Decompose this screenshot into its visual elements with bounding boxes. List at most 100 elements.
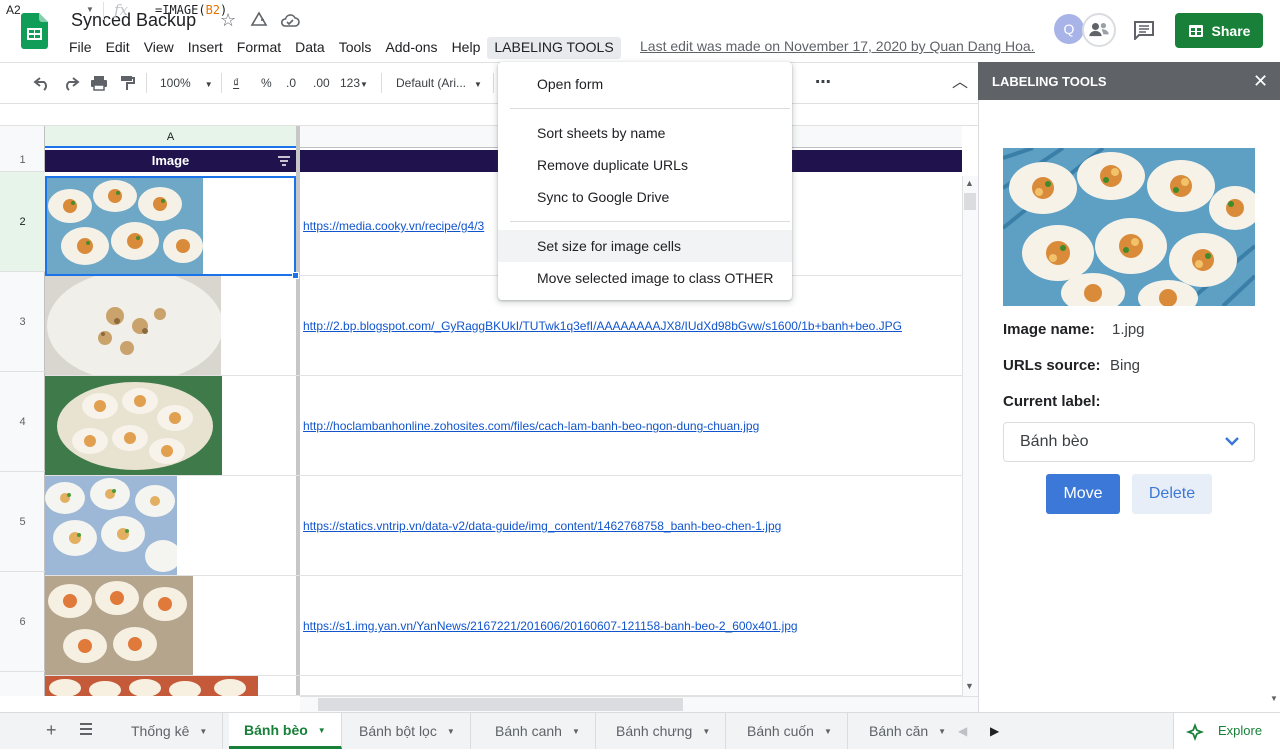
- tab-banh-chung[interactable]: Bánh chưng ▼: [601, 713, 727, 749]
- filter-icon[interactable]: [278, 156, 290, 166]
- image-url-link[interactable]: https://statics.vntrip.vn/data-v2/data-g…: [303, 519, 781, 533]
- explore-icon: [1186, 723, 1204, 741]
- menu-remove-duplicates[interactable]: Remove duplicate URLs: [498, 149, 792, 181]
- row-header-2[interactable]: 2: [0, 172, 45, 272]
- menu-format[interactable]: Format: [230, 37, 288, 59]
- collapse-chevron-icon[interactable]: ︿: [952, 63, 968, 103]
- formula-reference: B2: [205, 3, 221, 17]
- more-icon[interactable]: ⋯: [815, 63, 831, 103]
- row-header-1[interactable]: 1: [0, 148, 45, 172]
- image-name-value: 1.jpg: [1112, 321, 1145, 338]
- food-thumbnail-image[interactable]: [45, 176, 203, 275]
- last-edit-link[interactable]: Last edit was made on November 17, 2020 …: [640, 38, 1035, 54]
- menu-open-form[interactable]: Open form: [498, 68, 792, 100]
- tab-label: Bánh bột lọc: [359, 723, 437, 739]
- caret-down-icon: ▼: [317, 726, 326, 736]
- vertical-scrollbar[interactable]: ▲ ▼: [962, 176, 978, 696]
- font-select[interactable]: Default (Ari... ▼: [396, 63, 482, 103]
- name-box[interactable]: A2: [6, 3, 21, 17]
- share-button[interactable]: Share: [1175, 13, 1263, 48]
- image-url-link[interactable]: http://hoclambanhonline.zohosites.com/fi…: [303, 419, 759, 433]
- labeling-tools-menu: Open form Sort sheets by name Remove dup…: [498, 62, 792, 300]
- caret-down-icon: ▼: [938, 727, 946, 737]
- formula-prefix: =IMAGE(: [155, 3, 206, 17]
- all-sheets-icon[interactable]: [78, 722, 94, 736]
- row-header-6[interactable]: 6: [0, 572, 45, 672]
- label-select[interactable]: Bánh bèo: [1003, 422, 1255, 462]
- scroll-down-icon[interactable]: ▼: [1270, 694, 1278, 703]
- select-all-corner[interactable]: [0, 126, 45, 148]
- menu-addons[interactable]: Add-ons: [378, 37, 444, 59]
- decrease-decimal-button[interactable]: .0: [286, 63, 296, 103]
- current-label-label: Current label:: [1003, 393, 1101, 410]
- tab-banh-canh[interactable]: Bánh canh ▼: [480, 713, 596, 749]
- scroll-down-icon[interactable]: ▼: [965, 681, 974, 691]
- increase-decimal-button[interactable]: .00: [313, 63, 330, 103]
- tab-label: Thống kê: [131, 723, 190, 739]
- menu-data[interactable]: Data: [288, 37, 332, 59]
- formula-input[interactable]: =IMAGE(B2): [155, 3, 227, 17]
- close-icon[interactable]: ✕: [1253, 71, 1268, 91]
- menu-move-to-other[interactable]: Move selected image to class OTHER: [498, 262, 792, 294]
- food-thumbnail-image[interactable]: [45, 676, 258, 696]
- tab-thong-ke[interactable]: Thống kê ▼: [116, 713, 224, 749]
- sheets-logo-icon[interactable]: [21, 13, 48, 49]
- menu-tools[interactable]: Tools: [332, 37, 379, 59]
- currency-format-button[interactable]: ₫: [233, 63, 239, 103]
- tab-banh-beo[interactable]: Bánh bèo ▼: [229, 713, 342, 749]
- image-url-link[interactable]: http://2.bp.blogspot.com/_GyRaggBKUkI/TU…: [303, 319, 902, 333]
- tab-scroll-right-icon[interactable]: ▶: [990, 724, 999, 738]
- row-header-5[interactable]: 5: [0, 472, 45, 572]
- menu-set-image-size[interactable]: Set size for image cells: [498, 230, 792, 262]
- undo-icon[interactable]: [33, 75, 51, 91]
- food-thumbnail-image[interactable]: [45, 476, 177, 575]
- comment-history-icon[interactable]: [1133, 20, 1155, 40]
- sidebar-scrollbar[interactable]: ▼: [1268, 100, 1280, 712]
- food-thumbnail-image[interactable]: [45, 276, 221, 375]
- scroll-up-icon[interactable]: ▲: [965, 178, 974, 188]
- cloud-status-icon[interactable]: [280, 11, 300, 29]
- namebox-caret-icon[interactable]: ▼: [86, 5, 94, 14]
- food-thumbnail-image[interactable]: [45, 576, 193, 675]
- move-to-folder-icon[interactable]: [249, 10, 269, 30]
- food-thumbnail-image[interactable]: [45, 376, 222, 475]
- formula-divider: [103, 2, 104, 20]
- horizontal-scroll-thumb[interactable]: [318, 698, 683, 711]
- avatar[interactable]: Q: [1054, 14, 1084, 44]
- redo-icon[interactable]: [62, 75, 80, 91]
- table-row: https://statics.vntrip.vn/data-v2/data-g…: [45, 476, 962, 576]
- menu-file[interactable]: File: [62, 37, 99, 59]
- tab-banh-bot-loc[interactable]: Bánh bột lọc ▼: [344, 713, 471, 749]
- move-button[interactable]: Move: [1046, 474, 1120, 514]
- percent-format-button[interactable]: %: [261, 63, 272, 103]
- delete-button[interactable]: Delete: [1132, 474, 1212, 514]
- menu-view[interactable]: View: [137, 37, 181, 59]
- menu-insert[interactable]: Insert: [181, 37, 230, 59]
- urls-source-value: Bing: [1110, 357, 1141, 374]
- menu-sort-sheets[interactable]: Sort sheets by name: [498, 117, 792, 149]
- image-column-header[interactable]: Image: [45, 150, 296, 172]
- row-header-3[interactable]: 3: [0, 272, 45, 372]
- row-header-4[interactable]: 4: [0, 372, 45, 472]
- image-name-label: Image name:: [1003, 321, 1095, 338]
- image-url-link[interactable]: https://media.cooky.vn/recipe/g4/3: [303, 219, 484, 233]
- fill-handle[interactable]: [292, 272, 299, 279]
- menu-help[interactable]: Help: [445, 37, 488, 59]
- menu-edit[interactable]: Edit: [99, 37, 137, 59]
- more-formats-select[interactable]: 123▼: [340, 63, 368, 103]
- menu-sync-drive[interactable]: Sync to Google Drive: [498, 181, 792, 213]
- paint-format-icon[interactable]: [119, 75, 135, 91]
- column-header-a[interactable]: A: [45, 126, 296, 148]
- image-url-link[interactable]: https://s1.img.yan.vn/YanNews/2167221/20…: [303, 619, 798, 633]
- add-sheet-icon[interactable]: +: [46, 720, 57, 741]
- tab-banh-cuon[interactable]: Bánh cuốn ▼: [732, 713, 848, 749]
- tab-banh-can[interactable]: Bánh căn ▼: [854, 713, 946, 749]
- zoom-select[interactable]: 100% ▼: [160, 63, 213, 103]
- vertical-scroll-thumb[interactable]: [964, 193, 976, 210]
- tab-scroll-left-icon[interactable]: ◀: [958, 724, 967, 738]
- more-formats-value: 123: [340, 76, 361, 90]
- menu-labeling-tools[interactable]: LABELING TOOLS: [487, 37, 621, 59]
- font-caret-icon: ▼: [474, 80, 482, 89]
- print-icon[interactable]: [90, 75, 108, 91]
- people-icon[interactable]: [1082, 13, 1116, 47]
